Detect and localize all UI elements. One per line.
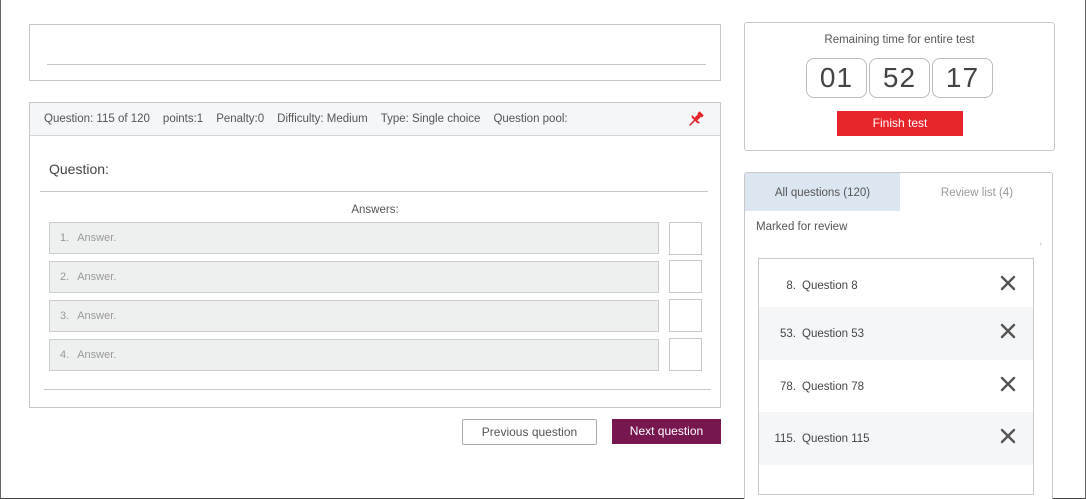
review-list-item[interactable]: 8. Question 8 (759, 259, 1033, 312)
question-points: points:1 (162, 113, 204, 125)
tab-all-questions[interactable]: All questions (120) (745, 173, 900, 211)
chevron-right-icon: › (1039, 239, 1042, 248)
review-item-number: 115. (774, 432, 796, 445)
answer-text: Answer. (77, 349, 117, 361)
review-list-item[interactable]: 78. Question 78 (759, 360, 1033, 413)
answer-option-4[interactable]: 4. Answer. (49, 339, 659, 371)
answers-title: Answers: (351, 204, 399, 216)
questions-list-panel: All questions (120) Review list (4) Mark… (744, 172, 1053, 499)
answer-checkbox-2[interactable] (669, 260, 702, 293)
answer-number: 2. (60, 271, 70, 283)
close-x-icon[interactable] (999, 322, 1017, 340)
review-item-number: 8. (786, 279, 796, 292)
answer-checkbox-1[interactable] (669, 222, 702, 255)
answer-number: 3. (60, 310, 70, 322)
question-pool: Question pool: (493, 113, 568, 125)
close-x-icon[interactable] (999, 375, 1017, 393)
answer-text: Answer. (77, 271, 117, 283)
question-panel: Question: 115 of 120 points:1 Penalty:0 … (29, 102, 721, 408)
review-list-item[interactable]: 53. Question 53 (759, 307, 1033, 360)
next-question-button[interactable]: Next question (612, 419, 721, 444)
divider (47, 64, 706, 65)
question-label: Question: (49, 161, 109, 177)
answer-option-1[interactable]: 1. Answer. (49, 222, 659, 254)
pushpin-icon[interactable] (686, 109, 706, 129)
question-number: Question: 115 of 120 (44, 113, 150, 125)
previous-question-button[interactable]: Previous question (462, 419, 597, 445)
timer-hours: 01 (806, 58, 867, 98)
answer-option-2[interactable]: 2. Answer. (49, 261, 659, 293)
divider (44, 389, 711, 390)
answer-checkbox-4[interactable] (669, 338, 702, 371)
answer-option-3[interactable]: 3. Answer. (49, 300, 659, 332)
close-x-icon[interactable] (999, 274, 1017, 292)
question-info-bar: Question: 115 of 120 points:1 Penalty:0 … (30, 103, 720, 136)
review-item-number: 53. (780, 327, 796, 340)
question-penalty: Penalty:0 (216, 113, 265, 125)
answer-number: 1. (60, 232, 70, 244)
timer-minutes: 52 (869, 58, 930, 98)
timer-label: Remaining time for entire test (824, 34, 975, 46)
review-list-item[interactable]: 115. Question 115 (759, 412, 1033, 465)
review-item-number: 78. (780, 380, 796, 393)
answer-checkbox-3[interactable] (669, 299, 702, 332)
question-header-box (29, 24, 721, 81)
divider (40, 191, 708, 192)
timer-panel: Remaining time for entire test 01 52 17 … (744, 22, 1055, 151)
answer-text: Answer. (77, 310, 117, 322)
question-type: Type: Single choice (380, 113, 481, 125)
answer-text: Answer. (77, 232, 117, 244)
tab-review-list[interactable]: Review list (4) (900, 173, 1052, 211)
review-list: 8. Question 8 53. Question 53 78. Questi… (758, 258, 1034, 495)
answer-number: 4. (60, 349, 70, 361)
question-difficulty: Difficulty: Medium (277, 113, 368, 125)
marked-for-review-label: Marked for review (756, 221, 848, 233)
close-x-icon[interactable] (999, 427, 1017, 445)
timer-seconds: 17 (932, 58, 993, 98)
finish-test-button[interactable]: Finish test (837, 111, 963, 136)
